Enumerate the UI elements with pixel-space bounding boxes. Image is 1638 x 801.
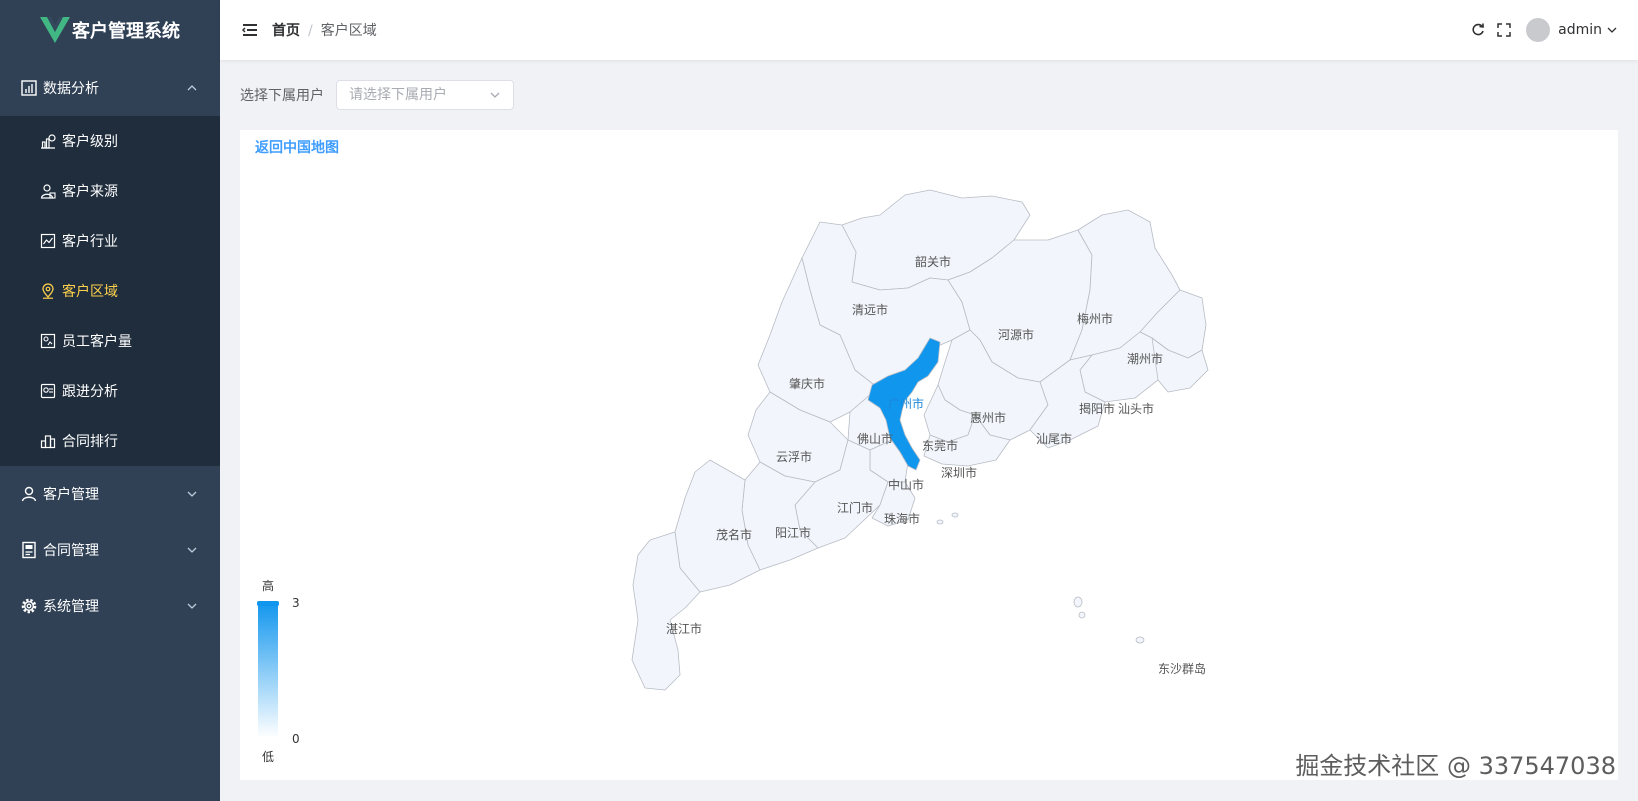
city-label-huizhou: 惠州市 [970, 410, 1006, 425]
city-label-jiangmen: 江门市 [837, 500, 873, 515]
bar-chart-icon [41, 134, 56, 149]
contract-icon [22, 541, 36, 559]
legend-min-value: 0 [292, 732, 300, 746]
follow-up-icon [40, 383, 56, 399]
legend-gradient-bar[interactable] [258, 602, 278, 738]
city-label-zhuhai: 珠海市 [884, 511, 920, 526]
menu-group-label: 系统管理 [43, 599, 99, 615]
chart-analysis-icon [21, 80, 37, 96]
city-label-yangjiang: 阳江市 [775, 525, 811, 540]
city-label-heyuan: 河源市 [998, 327, 1034, 342]
sidebar-item-label: 客户级别 [62, 134, 118, 150]
city-label-dongguan: 东莞市 [922, 438, 958, 453]
ranking-icon [40, 435, 56, 449]
username[interactable]: admin [1558, 22, 1602, 38]
subordinate-user-select[interactable]: 请选择下属用户 [336, 80, 514, 110]
sidebar: 客户管理系统 数据分析 客户级别 客户来源 客户行业 客户区域 员工客户量 跟进… [0, 0, 220, 801]
location-icon [42, 283, 54, 299]
sidebar-item-customer-source[interactable]: 客户来源 [0, 166, 220, 216]
city-label-foshan: 佛山市 [857, 431, 893, 446]
chevron-down-icon [187, 491, 197, 497]
city-label-shanwei: 汕尾市 [1036, 431, 1072, 446]
chevron-down-icon [187, 603, 197, 609]
fullscreen-icon[interactable] [1496, 22, 1512, 38]
city-label-shantou: 汕头市 [1118, 401, 1154, 416]
city-label-chaozhou: 潮州市 [1127, 351, 1163, 366]
sidebar-item-label: 跟进分析 [62, 384, 118, 400]
breadcrumb: 首页 / 客户区域 [272, 20, 377, 40]
visual-map-legend: 高 3 0 低 [257, 578, 300, 764]
city-label-zhongshan: 中山市 [888, 477, 924, 492]
avatar[interactable] [1526, 18, 1551, 42]
user-icon [21, 486, 37, 502]
employee-stats-icon [40, 333, 56, 349]
select-placeholder: 请选择下属用户 [349, 87, 447, 103]
chevron-down-icon[interactable] [1606, 24, 1618, 36]
sidebar-item-customer-level[interactable]: 客户级别 [0, 116, 220, 166]
city-label-guangzhou: 广州市 [888, 396, 924, 411]
sidebar-item-label: 客户来源 [62, 184, 118, 200]
chevron-up-icon [187, 85, 197, 91]
menu-group-label: 客户管理 [43, 487, 99, 503]
sidebar-item-label: 合同排行 [62, 434, 118, 450]
sidebar-item-label: 员工客户量 [62, 334, 132, 350]
gear-icon [21, 598, 37, 614]
menu-group-data-analysis[interactable]: 数据分析 [0, 60, 220, 116]
menu-group-label: 合同管理 [43, 543, 99, 559]
hamburger-menu-icon[interactable] [241, 21, 259, 39]
breadcrumb-current: 客户区域 [320, 23, 377, 39]
city-label-zhanjiang: 湛江市 [666, 621, 702, 636]
menu-group-label: 数据分析 [43, 81, 99, 97]
city-label-meizhou: 梅州市 [1077, 311, 1113, 326]
menu-group-contract-management[interactable]: 合同管理 [0, 522, 220, 578]
app-logo[interactable]: 客户管理系统 [0, 0, 220, 60]
user-source-icon [40, 184, 56, 199]
chevron-down-icon [490, 92, 500, 98]
legend-low-label: 低 [262, 750, 274, 764]
city-label-maoming: 茂名市 [716, 527, 752, 542]
sidebar-item-contract-ranking[interactable]: 合同排行 [0, 416, 220, 466]
guangdong-map: 韶关市 清远市 河源市 梅州市 潮州市 肇庆市 广州市 惠州市 揭阳市 汕头市 … [257, 189, 1209, 764]
map-panel: 返回中国地图 韶关市 清远市 河源市 梅州市 潮州市 肇庆市 广州市 惠州市 揭… [240, 130, 1618, 780]
vue-logo-icon [40, 17, 70, 43]
island-dot [951, 512, 959, 518]
header-actions: admin [1460, 18, 1618, 42]
refresh-icon[interactable] [1470, 22, 1486, 38]
breadcrumb-home[interactable]: 首页 [272, 23, 300, 39]
sidebar-item-follow-up[interactable]: 跟进分析 [0, 366, 220, 416]
sidebar-item-employee-customers[interactable]: 员工客户量 [0, 316, 220, 366]
breadcrumb-separator: / [308, 23, 313, 39]
menu-group-customer-management[interactable]: 客户管理 [0, 466, 220, 522]
industry-icon [40, 233, 56, 249]
island-dot [936, 519, 944, 525]
sidebar-item-customer-region[interactable]: 客户区域 [0, 266, 220, 316]
menu-group-system-management[interactable]: 系统管理 [0, 578, 220, 634]
city-label-qingyuan: 清远市 [852, 302, 888, 317]
island-dot [1078, 611, 1086, 619]
legend-handle[interactable] [257, 601, 279, 606]
island-dongsha[interactable] [1135, 636, 1145, 644]
city-label-yunfu: 云浮市 [776, 449, 812, 464]
sidebar-item-customer-industry[interactable]: 客户行业 [0, 216, 220, 266]
sidebar-item-label: 客户区域 [62, 284, 118, 300]
legend-high-label: 高 [262, 578, 274, 593]
city-label-shaoguan: 韶关市 [915, 254, 951, 269]
city-label-dongsha: 东沙群岛 [1158, 661, 1206, 676]
sidebar-item-label: 客户行业 [62, 234, 118, 250]
chevron-down-icon [187, 547, 197, 553]
city-label-jieyang: 揭阳市 [1079, 401, 1115, 416]
city-label-zhaoqing: 肇庆市 [789, 376, 825, 391]
watermark: 掘金技术社区 @ 337547038 [1295, 752, 1616, 780]
city-label-shenzhen: 深圳市 [941, 465, 977, 480]
app-title: 客户管理系统 [72, 21, 180, 42]
data-analysis-submenu: 客户级别 客户来源 客户行业 客户区域 员工客户量 跟进分析 合同排行 [0, 116, 220, 466]
top-navbar: 首页 / 客户区域 admin [220, 0, 1638, 60]
island-dot [1073, 596, 1083, 608]
legend-max-value: 3 [292, 596, 300, 610]
subordinate-user-label: 选择下属用户 [240, 88, 324, 104]
